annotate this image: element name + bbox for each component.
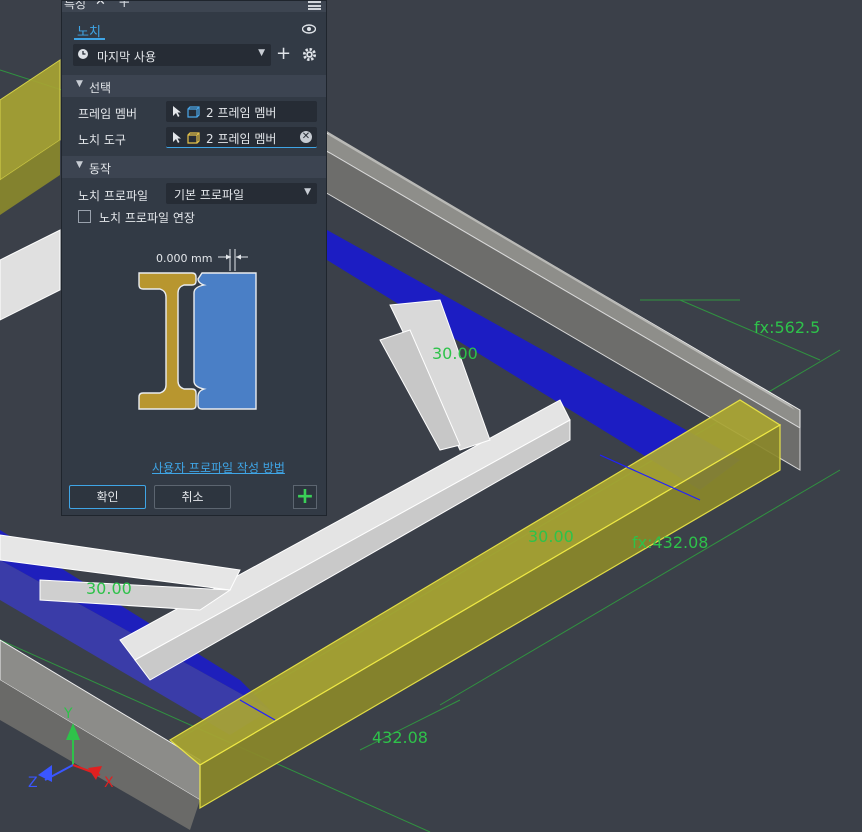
- preset-value: 마지막 사용: [97, 50, 157, 64]
- notch-tool-selector[interactable]: 2 프레임 멤버 ✕: [166, 127, 317, 148]
- dimension-label[interactable]: fx:562.5: [754, 318, 820, 337]
- collapse-icon: ▼: [76, 160, 83, 170]
- dimension-label[interactable]: 30.00: [528, 527, 574, 546]
- apply-add-button[interactable]: +: [293, 485, 317, 509]
- clear-icon[interactable]: ✕: [300, 131, 312, 143]
- extend-profile-checkbox[interactable]: [78, 210, 91, 223]
- add-preset-button[interactable]: +: [276, 43, 291, 65]
- cursor-icon: [173, 132, 181, 143]
- cube-icon: [187, 132, 200, 144]
- panel-tab-title[interactable]: 특성: [64, 1, 86, 12]
- dimension-label[interactable]: 432.08: [372, 728, 428, 747]
- frame-member-selector[interactable]: 2 프레임 멤버: [166, 101, 317, 122]
- properties-panel: 특성 ✕ + 노치 마지막 사용 ▼ + ▼ 선택 프레임 멤버 2 프레임 멤…: [61, 0, 327, 516]
- section-selection-header[interactable]: ▼ 선택: [62, 75, 326, 97]
- feature-tab-underline: [74, 38, 105, 40]
- help-link[interactable]: 사용자 프로파일 작성 방법: [152, 459, 285, 476]
- chevron-down-icon: ▼: [304, 187, 311, 197]
- axis-label-x: X: [104, 775, 114, 791]
- eye-icon[interactable]: [302, 22, 316, 36]
- close-icon[interactable]: ✕: [95, 1, 106, 9]
- notch-profile-preview: 0.000 mm: [138, 249, 257, 410]
- panel-titlebar: 특성 ✕ +: [62, 1, 326, 12]
- cursor-icon: [173, 106, 181, 117]
- axis-label-y: Y: [63, 706, 73, 722]
- section-title: 선택: [89, 81, 112, 95]
- frame-member-value: 2 프레임 멤버: [206, 106, 277, 120]
- dimension-label[interactable]: fx:432.08: [632, 533, 708, 552]
- offset-dimension: 0.000 mm: [156, 252, 212, 265]
- notch-profile-label: 노치 프로파일: [78, 189, 149, 203]
- menu-icon[interactable]: [308, 1, 321, 10]
- chevron-down-icon: ▼: [258, 48, 265, 58]
- extend-profile-label: 노치 프로파일 연장: [99, 211, 195, 225]
- add-tab-icon[interactable]: +: [118, 1, 131, 11]
- dimension-label[interactable]: 30.00: [432, 344, 478, 363]
- axis-label-z: Z: [28, 775, 38, 791]
- ok-button[interactable]: 확인: [69, 485, 146, 509]
- collapse-icon: ▼: [76, 79, 83, 89]
- preset-dropdown[interactable]: 마지막 사용 ▼: [73, 44, 271, 66]
- section-title: 동작: [89, 162, 112, 176]
- gear-icon[interactable]: [302, 47, 317, 62]
- notch-profile-dropdown[interactable]: 기본 프로파일 ▼: [166, 183, 317, 204]
- dimension-label[interactable]: 30.00: [86, 579, 132, 598]
- cube-icon: [187, 106, 200, 118]
- frame-member-label: 프레임 멤버: [78, 107, 138, 121]
- notch-profile-value: 기본 프로파일: [174, 188, 245, 202]
- cancel-button[interactable]: 취소: [154, 485, 231, 509]
- notch-tool-value: 2 프레임 멤버: [206, 132, 277, 146]
- notch-tool-label: 노치 도구: [78, 133, 126, 147]
- section-behavior-header[interactable]: ▼ 동작: [62, 156, 326, 178]
- clock-icon: [78, 49, 88, 59]
